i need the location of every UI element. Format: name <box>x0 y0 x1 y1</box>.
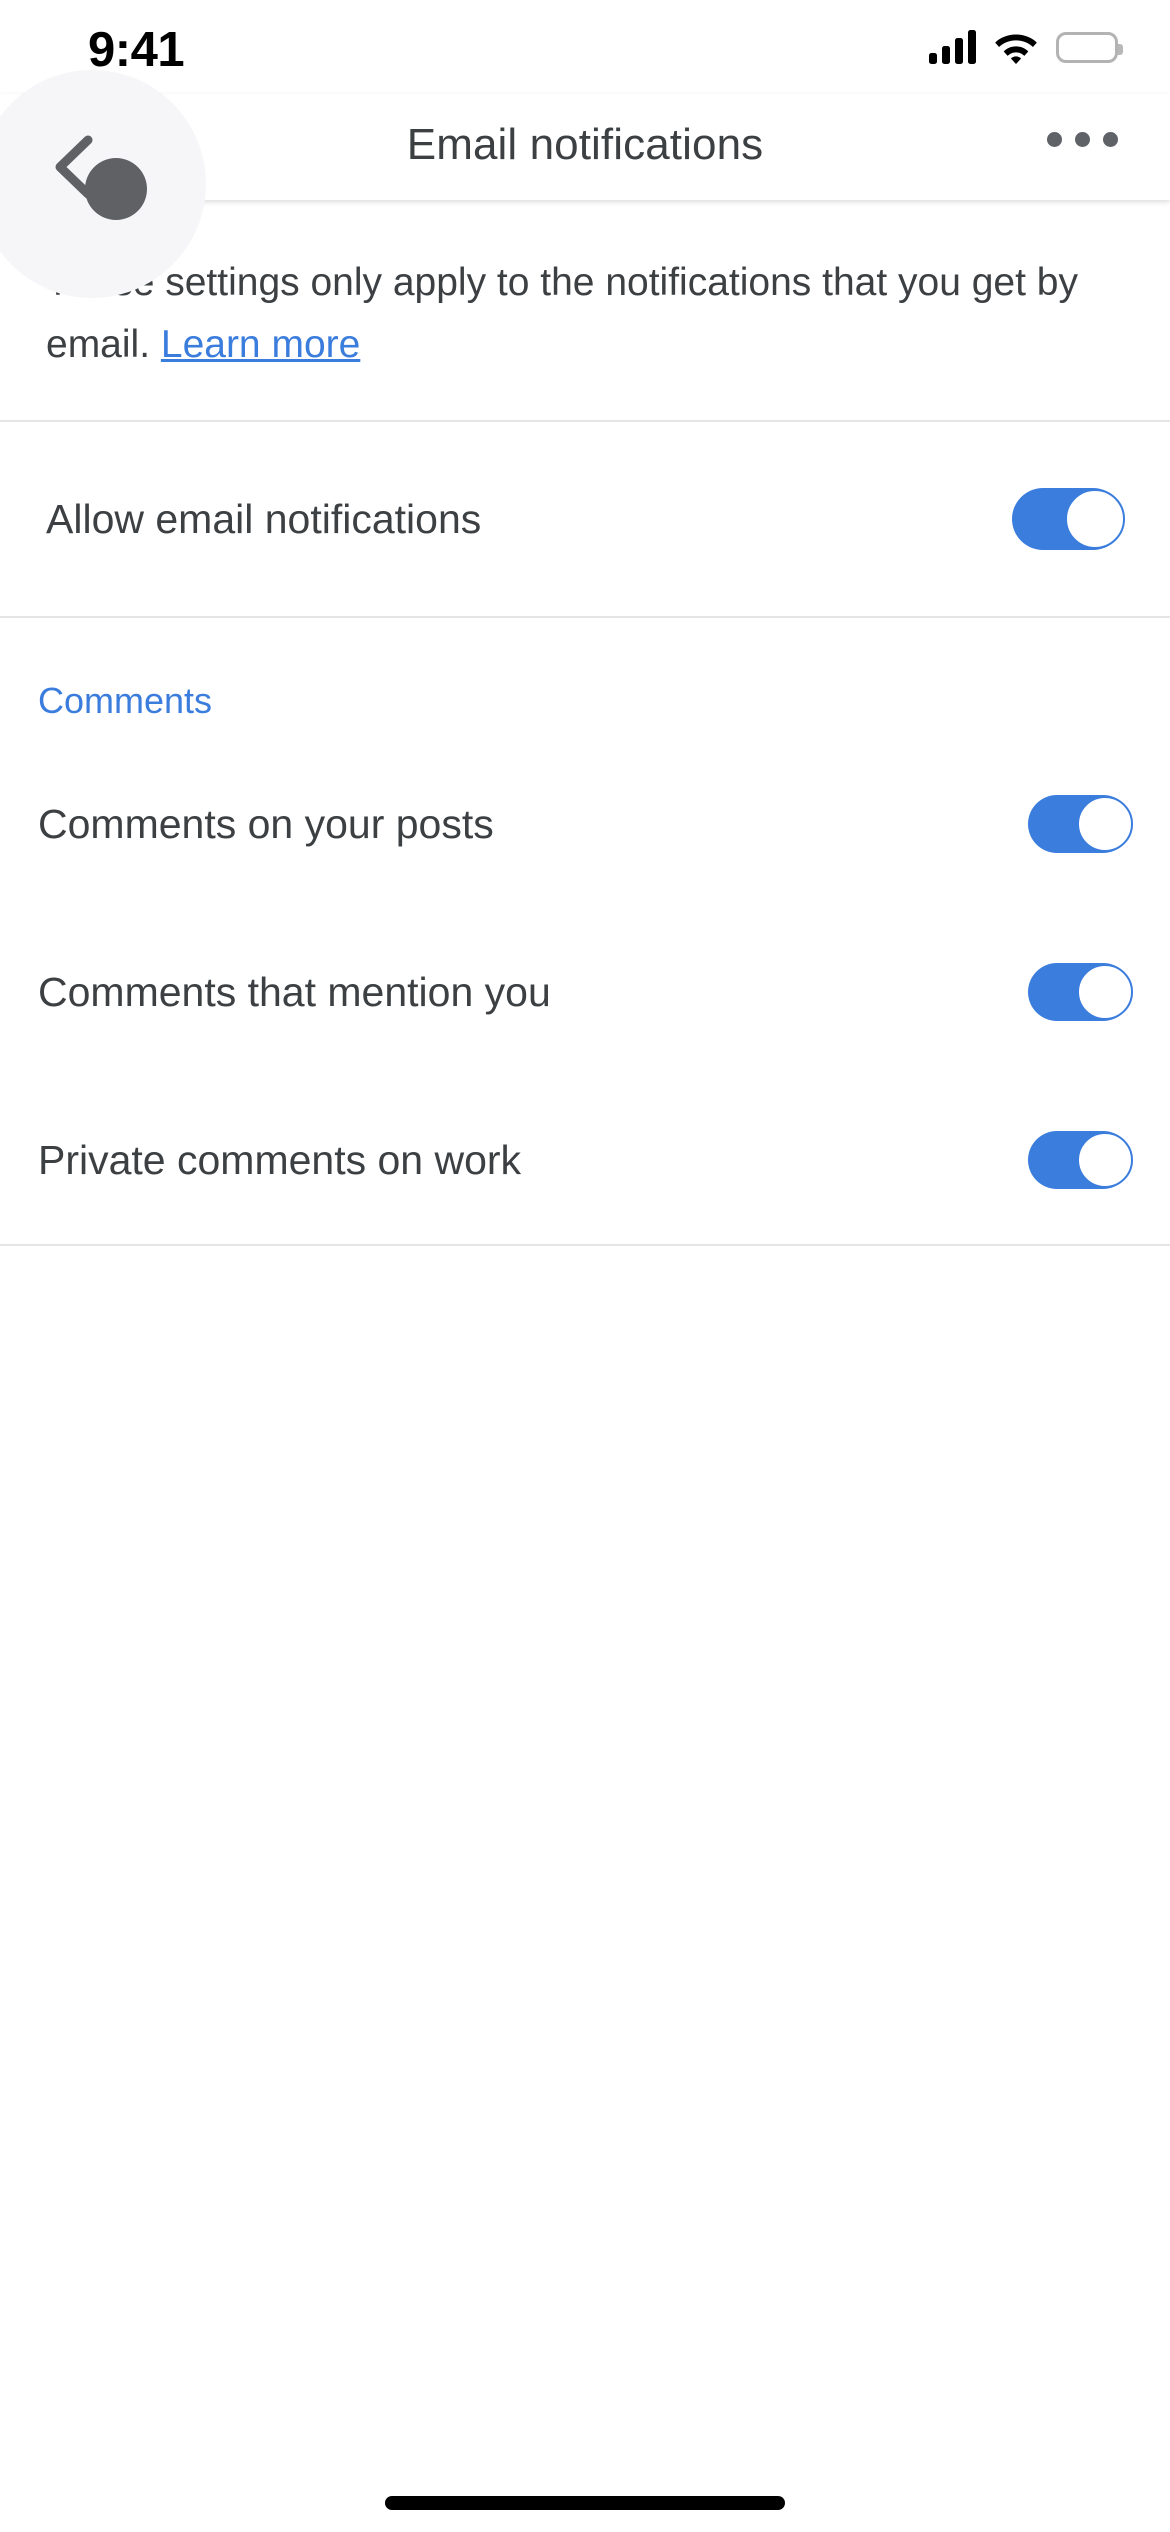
section-header-comments: Comments <box>38 680 213 721</box>
wifi-icon <box>995 34 1037 64</box>
overflow-menu-icon[interactable] <box>1047 132 1118 147</box>
app-bar: Email notifications <box>0 70 1170 298</box>
status-bar-indicators <box>929 30 1123 64</box>
home-indicator[interactable] <box>385 2496 785 2510</box>
row-private-comments-on-work[interactable]: Private comments on work <box>0 1076 1170 1244</box>
page-title: Email notifications <box>406 120 764 169</box>
row-label: Private comments on work <box>38 1136 522 1183</box>
row-comments-on-your-posts[interactable]: Comments on your posts <box>0 740 1170 908</box>
toggle-allow-email-notifications[interactable] <box>1012 488 1125 550</box>
cursor-pointer-icon <box>85 158 147 220</box>
toggle-comments-that-mention-you[interactable] <box>1028 963 1133 1021</box>
status-bar-time: 9:41 <box>88 23 185 77</box>
row-label: Allow email notifications <box>46 495 482 542</box>
settings-content: These settings only apply to the notific… <box>0 200 1170 2532</box>
signal-bars-icon <box>929 30 976 64</box>
row-allow-email-notifications[interactable]: Allow email notifications <box>0 422 1170 616</box>
phone-screen: 9:41 Email notifications These settings … <box>0 0 1170 2532</box>
learn-more-link[interactable]: Learn more <box>161 323 360 366</box>
status-bar: 9:41 <box>0 0 1170 94</box>
toggle-comments-on-your-posts[interactable] <box>1028 795 1133 853</box>
row-label: Comments that mention you <box>38 968 551 1015</box>
description-text: These settings only apply to the notific… <box>46 252 1124 376</box>
row-comments-that-mention-you[interactable]: Comments that mention you <box>0 908 1170 1076</box>
toggle-private-comments-on-work[interactable] <box>1028 1131 1133 1189</box>
row-label: Comments on your posts <box>38 800 494 847</box>
divider <box>0 1244 1170 1246</box>
battery-full-icon <box>1056 31 1123 63</box>
